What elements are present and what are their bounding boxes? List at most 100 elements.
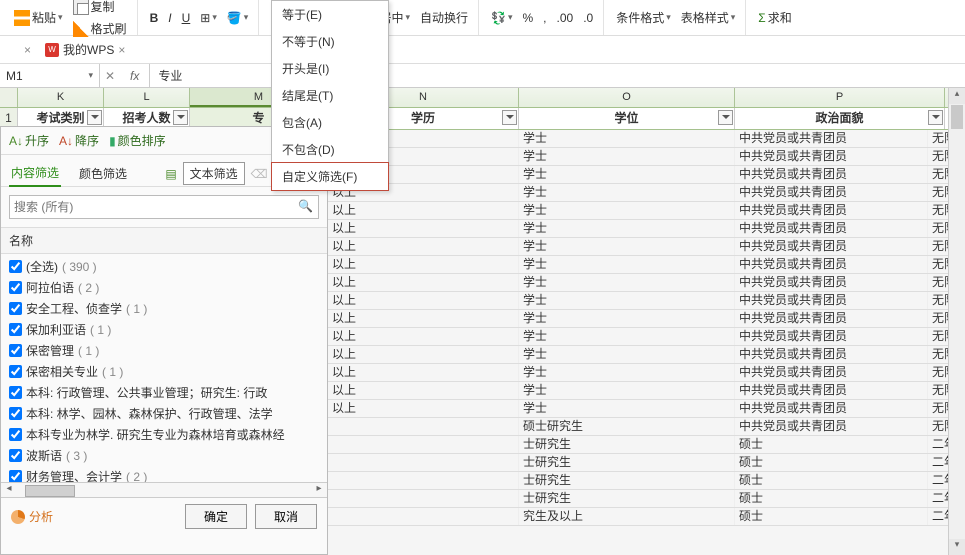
sort-asc-button[interactable]: A↓升序 <box>9 132 49 149</box>
table-row[interactable]: 以上学士中共党员或共青团员无限 <box>328 382 965 400</box>
table-row[interactable]: 士研究生硕士二年 <box>328 436 965 454</box>
col-header-p[interactable]: P <box>735 88 945 107</box>
tab-mywps[interactable]: W 我的WPS × <box>39 39 131 60</box>
filter-item[interactable]: 保密相关专业 ( 1 ) <box>1 361 327 382</box>
analysis-button[interactable]: 分析 <box>11 508 53 525</box>
filter-item[interactable]: 阿拉伯语 ( 2 ) <box>1 277 327 298</box>
table-row[interactable]: 以上学士中共党员或共青团员无限 <box>328 346 965 364</box>
filter-checkbox[interactable] <box>9 344 22 357</box>
tab-color-filter[interactable]: 颜色筛选 <box>77 161 129 186</box>
filter-checkbox[interactable] <box>9 260 22 273</box>
col-header-k[interactable]: K <box>18 88 104 107</box>
table-row[interactable]: 学士中共党员或共青团员无限 <box>328 130 965 148</box>
filter-checkbox[interactable] <box>9 323 22 336</box>
table-row[interactable]: 究生及以上硕士二年 <box>328 508 965 526</box>
scroll-down-icon[interactable]: ▾ <box>949 539 965 555</box>
sort-color-button[interactable]: ▮颜色排序 <box>109 132 166 149</box>
table-row[interactable]: 以上学士中共党员或共青团员无限 <box>328 220 965 238</box>
inc-decimal-button[interactable]: .00 <box>553 9 578 27</box>
filter-btn-p[interactable] <box>928 110 943 125</box>
vscroll-thumb[interactable] <box>951 105 963 129</box>
cancel-edit-icon[interactable]: ✕ <box>100 69 120 83</box>
scroll-thumb[interactable] <box>25 485 75 497</box>
table-style-button[interactable]: 表格样式▾ <box>677 7 740 28</box>
filter-btn-l[interactable] <box>173 110 188 125</box>
filter-btn-o[interactable] <box>718 110 733 125</box>
fill-color-button[interactable]: 🪣▾ <box>223 9 252 27</box>
ok-button[interactable]: 确定 <box>185 504 247 529</box>
tab-prev-icon[interactable]: × <box>24 43 31 57</box>
table-row[interactable]: 以上学士中共党员或共青团员无限 <box>328 256 965 274</box>
text-filter-button[interactable]: 文本筛选 <box>183 162 245 185</box>
dec-decimal-button[interactable]: .0 <box>579 9 597 27</box>
table-row[interactable]: 硕士研究生中共党员或共青团员无限 <box>328 418 965 436</box>
italic-button[interactable]: I <box>164 9 175 27</box>
scroll-right-icon[interactable]: ▸ <box>311 483 327 497</box>
bold-button[interactable]: B <box>146 9 163 27</box>
ctx-item[interactable]: 不等于(N) <box>272 28 388 55</box>
tab-content-filter[interactable]: 内容筛选 <box>9 160 61 187</box>
col-header-l[interactable]: L <box>104 88 190 107</box>
filter-hscroll[interactable]: ◂ ▸ <box>1 482 327 498</box>
table-row[interactable]: 以上学士中共党员或共青团员无限 <box>328 328 965 346</box>
filter-checkbox[interactable] <box>9 449 22 462</box>
border-button[interactable]: ⊞▾ <box>196 9 221 27</box>
format-painter-button[interactable]: 格式刷 <box>69 18 131 39</box>
filter-item[interactable]: 本科: 行政管理、公共事业管理；研究生: 行政 <box>1 382 327 403</box>
filter-checkbox[interactable] <box>9 386 22 399</box>
filter-item[interactable]: 财务管理、会计学 ( 2 ) <box>1 466 327 482</box>
table-row[interactable]: 士研究生硕士二年 <box>328 472 965 490</box>
filter-btn-k[interactable] <box>87 110 102 125</box>
table-row[interactable]: 以上学士中共党员或共青团员无限 <box>328 364 965 382</box>
cond-format-button[interactable]: 条件格式▾ <box>612 7 675 28</box>
cancel-button[interactable]: 取消 <box>255 504 317 529</box>
fx-icon[interactable]: fx <box>120 64 150 87</box>
filter-checkbox[interactable] <box>9 407 22 420</box>
table-row[interactable]: 以上学士中共党员或共青团员无限 <box>328 292 965 310</box>
filter-checkbox[interactable] <box>9 428 22 441</box>
filter-checkbox[interactable] <box>9 365 22 378</box>
vertical-scrollbar[interactable]: ▴ ▾ <box>948 88 965 555</box>
filter-checkbox[interactable] <box>9 281 22 294</box>
table-row[interactable]: 以上学士中共党员或共青团员无限 <box>328 166 965 184</box>
col-header-o[interactable]: O <box>519 88 735 107</box>
table-row[interactable]: 士研究生硕士二年 <box>328 454 965 472</box>
scroll-up-icon[interactable]: ▴ <box>949 88 965 104</box>
ctx-item[interactable]: 自定义筛选(F) <box>271 162 389 191</box>
table-row[interactable]: 学士中共党员或共青团员无限 <box>328 148 965 166</box>
table-row[interactable]: 以上学士中共党员或共青团员无限 <box>328 238 965 256</box>
filter-item[interactable]: 波斯语 ( 3 ) <box>1 445 327 466</box>
filter-checkbox[interactable] <box>9 470 22 482</box>
data-grid[interactable]: 学士中共党员或共青团员无限学士中共党员或共青团员无限以上学士中共党员或共青团员无… <box>328 130 965 555</box>
filter-search-input[interactable] <box>9 195 319 219</box>
auto-wrap-button[interactable]: 自动换行 <box>416 7 472 28</box>
scroll-left-icon[interactable]: ◂ <box>1 483 17 497</box>
table-row[interactable]: 以上学士中共党员或共青团员无限 <box>328 400 965 418</box>
filter-checkbox[interactable] <box>9 302 22 315</box>
table-row[interactable]: 以上学士中共党员或共青团员无限 <box>328 310 965 328</box>
formula-input[interactable]: 专业 <box>150 67 190 84</box>
name-box[interactable]: M1▾ <box>0 64 100 87</box>
table-row[interactable]: 以上学士中共党员或共青团员无限 <box>328 274 965 292</box>
table-row[interactable]: 以上学士中共党员或共青团员无限 <box>328 202 965 220</box>
filter-item[interactable]: 本科: 林学、园林、森林保护、行政管理、法学 <box>1 403 327 424</box>
table-row[interactable]: 士研究生硕士二年 <box>328 490 965 508</box>
table-row[interactable]: 以上学士中共党员或共青团员无限 <box>328 184 965 202</box>
select-all-corner[interactable] <box>0 88 18 107</box>
number-format-button[interactable]: 💱▾ <box>487 9 516 27</box>
ctx-item[interactable]: 包含(A) <box>272 109 388 136</box>
percent-button[interactable]: % <box>518 9 537 27</box>
underline-button[interactable]: U <box>178 9 195 27</box>
filter-item[interactable]: 保加利亚语 ( 1 ) <box>1 319 327 340</box>
filter-item[interactable]: 本科专业为林学. 研究生专业为森林培育或森林经 <box>1 424 327 445</box>
paste-button[interactable]: 粘贴▾ <box>10 7 67 28</box>
tab-close-icon[interactable]: × <box>118 43 125 57</box>
comma-button[interactable]: , <box>539 9 550 27</box>
ctx-item[interactable]: 结尾是(T) <box>272 82 388 109</box>
filter-item[interactable]: (全选) ( 390 ) <box>1 256 327 277</box>
ctx-item[interactable]: 不包含(D) <box>272 136 388 163</box>
copy-button[interactable]: 复制 <box>69 0 131 17</box>
filter-item[interactable]: 安全工程、侦查学 ( 1 ) <box>1 298 327 319</box>
filter-btn-n[interactable] <box>502 110 517 125</box>
ctx-item[interactable]: 等于(E) <box>272 1 388 28</box>
